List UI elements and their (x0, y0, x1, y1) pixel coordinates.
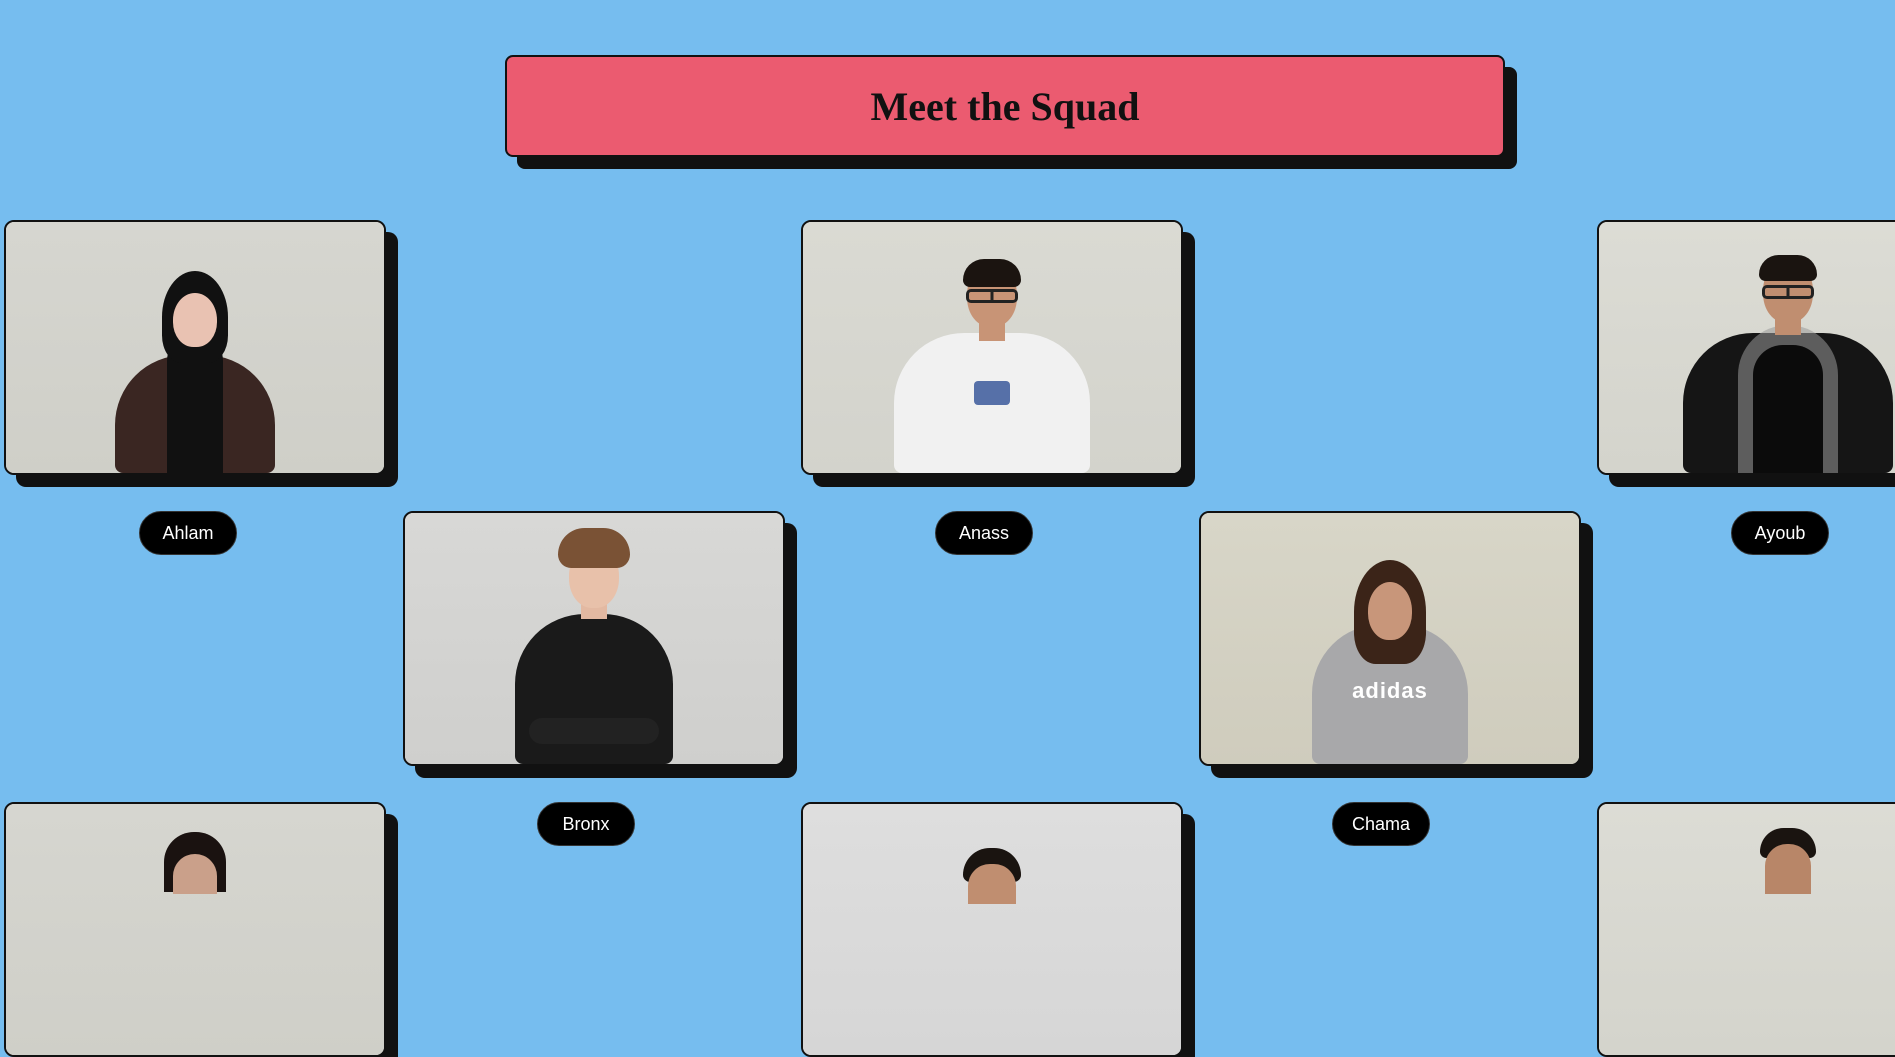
member-card-row3-right[interactable] (1597, 802, 1895, 1057)
member-photo-chama: adidas (1201, 513, 1579, 764)
member-photo-bronx (405, 513, 783, 764)
name-badge-ahlam[interactable]: Ahlam (139, 511, 237, 555)
member-card-chama[interactable]: adidas (1199, 511, 1581, 766)
member-photo-anass (803, 222, 1181, 473)
member-photo-row3-left (6, 804, 384, 1055)
member-photo-row3-right (1599, 804, 1895, 1055)
member-card-ayoub[interactable] (1597, 220, 1895, 475)
hoodie-print: adidas (1352, 678, 1428, 703)
member-card-anass[interactable] (801, 220, 1183, 475)
page-title-banner: Meet the Squad (505, 55, 1505, 157)
member-card-ahlam[interactable] (4, 220, 386, 475)
member-card-row3-left[interactable] (4, 802, 386, 1057)
member-photo-ahlam (6, 222, 384, 473)
name-badge-bronx[interactable]: Bronx (537, 802, 635, 846)
name-badge-ayoub[interactable]: Ayoub (1731, 511, 1829, 555)
member-photo-ayoub (1599, 222, 1895, 473)
member-card-row3-center[interactable] (801, 802, 1183, 1057)
member-card-bronx[interactable] (403, 511, 785, 766)
name-badge-chama[interactable]: Chama (1332, 802, 1430, 846)
name-badge-anass[interactable]: Anass (935, 511, 1033, 555)
page-title: Meet the Squad (870, 83, 1140, 129)
member-photo-row3-center (803, 804, 1181, 1055)
